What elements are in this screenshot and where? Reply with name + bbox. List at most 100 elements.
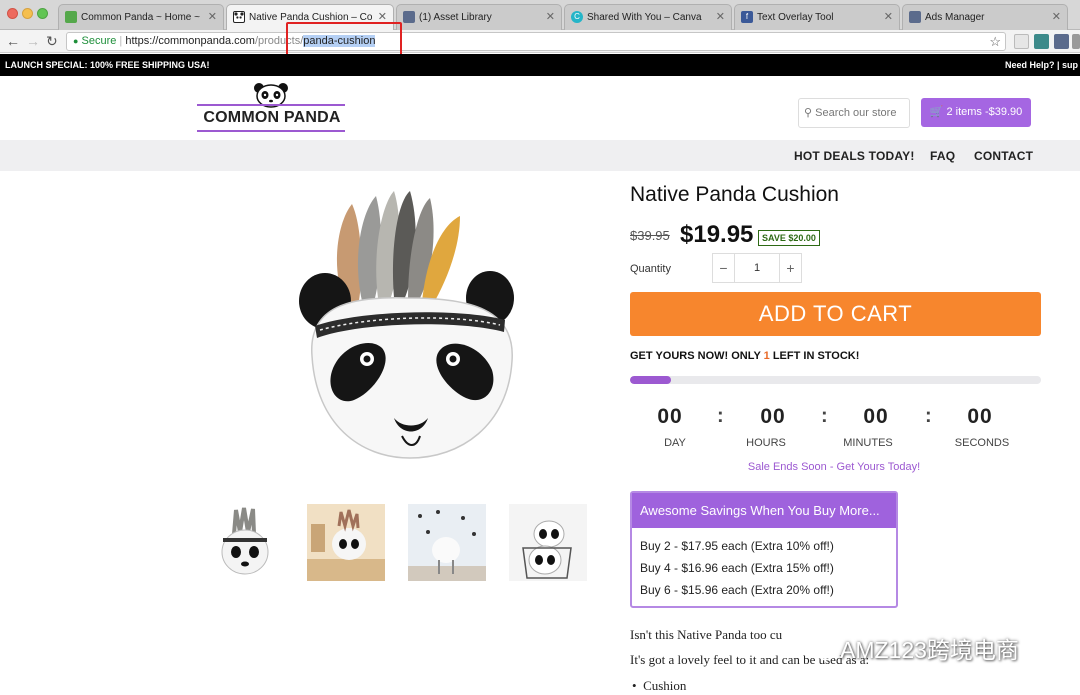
browser-tab[interactable]: Ads Manager ✕	[902, 4, 1068, 30]
maximize-window-button[interactable]	[37, 8, 48, 19]
tab-title: Shared With You – Canva	[587, 12, 702, 23]
product-price: $19.95	[680, 221, 754, 248]
tab-title: Common Panda ~ Home ~ Sho	[81, 12, 203, 23]
url-bar[interactable]: ● Secure | https://commonpanda.com/produ…	[66, 32, 1006, 51]
product-thumbnail[interactable]	[307, 504, 385, 581]
description-bullet: • Cushion	[632, 678, 687, 693]
countdown-minutes-label: MINUTES	[843, 437, 893, 449]
browser-tab[interactable]: C Shared With You – Canva ✕	[564, 4, 732, 30]
volume-discount-row[interactable]: Buy 2 - $17.95 each (Extra 10% off!)	[640, 539, 834, 553]
secure-label: Secure	[81, 35, 117, 47]
url-selected-text: panda-cushion	[303, 35, 376, 47]
extension-icon[interactable]	[1072, 34, 1080, 49]
forward-arrow-icon[interactable]: →	[26, 33, 40, 49]
logo-rule	[197, 130, 345, 132]
quantity-decrease-button[interactable]: −	[713, 254, 735, 282]
wechat-icon	[808, 639, 835, 661]
announcement-bar: LAUNCH SPECIAL: 100% FREE SHIPPING USA! …	[0, 54, 1080, 76]
quantity-increase-button[interactable]: +	[779, 254, 801, 282]
product-thumbnail[interactable]	[408, 504, 486, 581]
store-search-input[interactable]: ⚲ Search our store	[798, 98, 910, 128]
volume-discount-row[interactable]: Buy 4 - $16.96 each (Extra 15% off!)	[640, 561, 834, 575]
countdown-hours-label: HOURS	[746, 437, 786, 449]
image-favicon-icon	[403, 11, 415, 23]
url-path: /products/	[254, 35, 304, 47]
browser-tab[interactable]: Common Panda ~ Home ~ Sho ✕	[58, 4, 224, 30]
watermark: AMZ123跨境电商	[808, 631, 1019, 665]
quantity-input[interactable]: 1	[735, 254, 779, 282]
nav-hot-deals[interactable]: HOT DEALS TODAY!	[794, 149, 915, 163]
product-title: Native Panda Cushion	[630, 183, 839, 206]
cart-icon: 🛒	[929, 106, 944, 118]
tab-title: Text Overlay Tool	[757, 12, 834, 23]
quantity-stepper: − 1 +	[712, 253, 802, 283]
close-tab-icon[interactable]: ✕	[208, 10, 217, 23]
need-help-link[interactable]: Need Help? | sup	[1005, 54, 1078, 76]
volume-discount-row[interactable]: Buy 6 - $15.96 each (Extra 20% off!)	[640, 583, 834, 597]
browser-tab[interactable]: (1) Asset Library ✕	[396, 4, 562, 30]
close-tab-icon[interactable]: ✕	[1052, 10, 1061, 23]
quantity-label: Quantity	[630, 263, 671, 275]
close-window-button[interactable]	[7, 8, 18, 19]
countdown-days-label: DAY	[664, 437, 686, 449]
tab-title: Ads Manager	[925, 12, 985, 23]
tab-title: (1) Asset Library	[419, 12, 492, 23]
description-line: Isn't this Native Panda too cu	[630, 627, 783, 642]
facebook-favicon-icon: f	[741, 11, 753, 23]
extension-icon[interactable]	[1034, 34, 1049, 49]
countdown-separator: :	[925, 405, 932, 427]
stock-progress-bar	[630, 376, 1041, 384]
stock-prefix: GET YOURS NOW! ONLY	[630, 350, 764, 362]
watermark-text: AMZ123跨境电商	[840, 637, 1019, 663]
add-to-cart-button[interactable]: ADD TO CART	[630, 292, 1041, 336]
extension-icon[interactable]	[1054, 34, 1069, 49]
close-tab-icon[interactable]: ✕	[716, 10, 725, 23]
search-icon: ⚲	[804, 107, 813, 119]
countdown-hours-value: 00	[760, 405, 786, 428]
stock-progress-fill	[630, 376, 672, 384]
volume-discount-heading: Awesome Savings When You Buy More...	[632, 493, 896, 528]
countdown-seconds-value: 00	[967, 405, 993, 428]
description-bullet-text: Cushion	[643, 678, 687, 693]
tab-title: Native Panda Cushion – Comm	[249, 12, 373, 23]
announcement-text: LAUNCH SPECIAL: 100% FREE SHIPPING USA!	[5, 60, 210, 70]
shopify-favicon-icon	[65, 11, 77, 23]
product-thumbnail[interactable]	[206, 504, 284, 581]
panda-favicon-icon	[233, 11, 245, 23]
back-arrow-icon[interactable]: ←	[6, 33, 20, 49]
logo-rule	[197, 104, 345, 106]
bookmark-star-icon[interactable]: ☆	[989, 33, 1001, 50]
cart-button[interactable]: 🛒 2 items -$39.90	[921, 98, 1031, 127]
compare-at-price: $39.95	[630, 228, 670, 243]
close-tab-icon[interactable]: ✕	[884, 10, 893, 23]
browser-tab[interactable]: f Text Overlay Tool ✕	[734, 4, 900, 30]
store-logo[interactable]: COMMON PANDA	[197, 82, 347, 134]
close-tab-icon[interactable]: ✕	[546, 10, 555, 23]
minimize-window-button[interactable]	[22, 8, 33, 19]
lock-icon: ●	[73, 36, 79, 46]
cart-label: 2 items -$39.90	[946, 106, 1023, 118]
browser-tab-bar: Common Panda ~ Home ~ Sho ✕ Native Panda…	[0, 0, 1080, 31]
save-badge: SAVE $20.00	[758, 230, 820, 246]
extension-icon[interactable]	[1014, 34, 1029, 49]
close-tab-icon[interactable]: ✕	[378, 10, 387, 23]
logo-text: COMMON PANDA	[203, 109, 341, 126]
browser-tab-active[interactable]: Native Panda Cushion – Comm ✕	[226, 4, 394, 31]
countdown-minutes-value: 00	[863, 405, 889, 428]
reload-icon[interactable]: ↻	[46, 33, 58, 49]
nav-contact[interactable]: CONTACT	[974, 149, 1033, 163]
nav-faq[interactable]: FAQ	[930, 149, 955, 163]
countdown-separator: :	[717, 405, 724, 427]
countdown-seconds-label: SECONDS	[954, 437, 1010, 449]
stock-suffix: LEFT IN STOCK!	[769, 350, 860, 362]
sale-ends-text: Sale Ends Soon - Get Yours Today!	[747, 461, 921, 473]
canva-favicon-icon: C	[571, 11, 583, 23]
volume-discount-box: Awesome Savings When You Buy More... Buy…	[630, 491, 898, 608]
url-host: https://commonpanda.com	[125, 35, 255, 47]
product-thumbnail[interactable]	[509, 504, 587, 581]
product-main-image[interactable]	[290, 186, 545, 468]
countdown-separator: :	[821, 405, 828, 427]
countdown-days-value: 00	[657, 405, 683, 428]
main-nav: HOT DEALS TODAY! FAQ CONTACT	[0, 140, 1080, 171]
ads-manager-favicon-icon	[909, 11, 921, 23]
